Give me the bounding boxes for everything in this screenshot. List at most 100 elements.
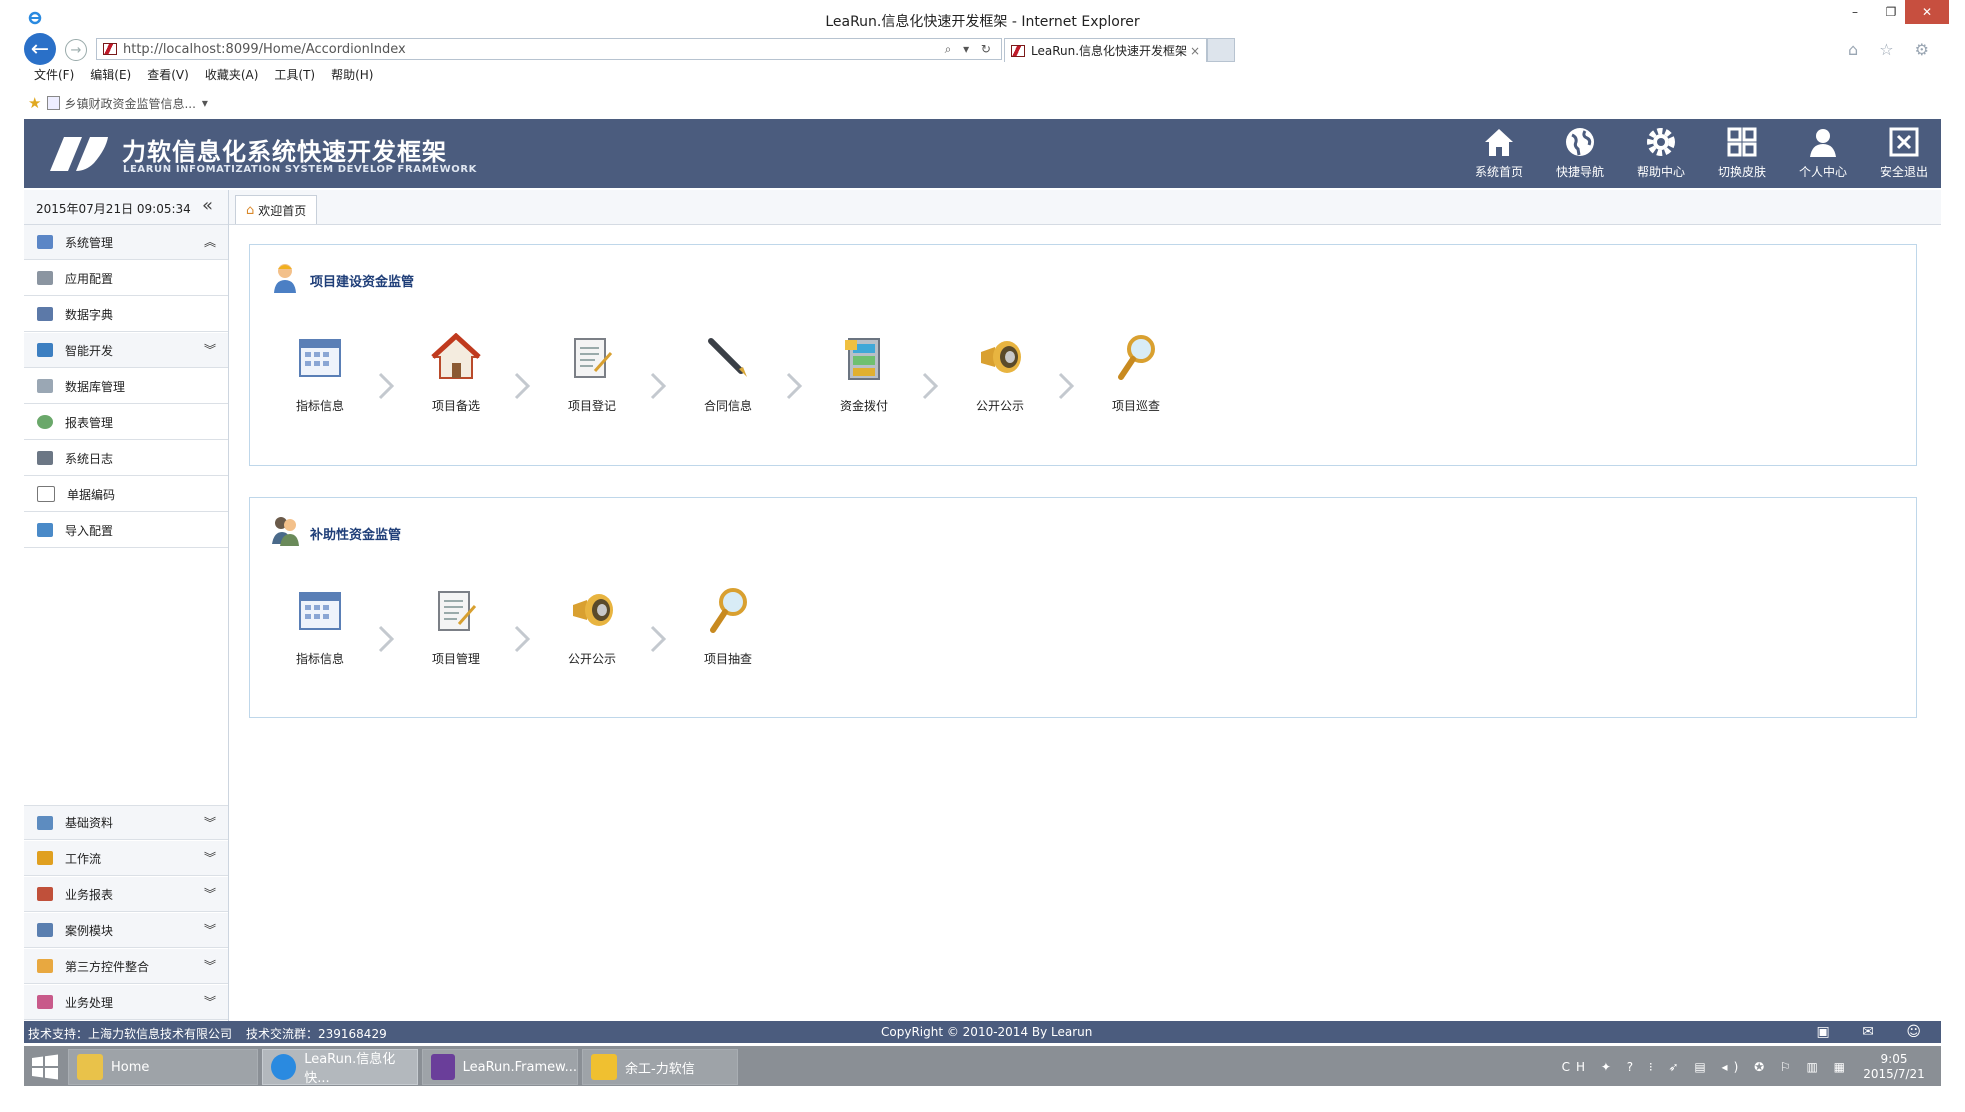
step-indicator-info[interactable]: 指标信息	[280, 331, 360, 414]
address-actions[interactable]: ⌕ ▾ ↻	[945, 42, 1001, 57]
nav-logout-label: 安全退出	[1879, 165, 1928, 179]
nav-skin[interactable]: 切换皮肤	[1702, 125, 1782, 185]
nav-skin-label: 切换皮肤	[1717, 165, 1766, 179]
favorite-link[interactable]: 乡镇财政资金监管信息...	[64, 95, 195, 112]
step-contract-info[interactable]: 合同信息	[688, 331, 768, 414]
sidebar-item-business-report[interactable]: 业务报表 ︾	[24, 877, 228, 912]
close-button[interactable]: ✕	[1905, 0, 1949, 24]
sidebar-item-app-config[interactable]: 应用配置	[24, 261, 228, 296]
taskbar-item-visual-studio[interactable]: LeaRun.Framew...	[422, 1049, 578, 1085]
windows-taskbar: Home LeaRun.信息化快... LeaRun.Framew... 余工-…	[24, 1046, 1941, 1086]
report-icon	[37, 415, 53, 429]
chevron-down-icon[interactable]: ︾	[204, 885, 216, 902]
back-arrow-icon: ←	[30, 36, 50, 62]
minimize-button[interactable]: –	[1840, 0, 1870, 24]
browser-tab-active[interactable]: LeaRun.信息化快速开发框架 ×	[1004, 38, 1207, 62]
sidebar-item-basic-data[interactable]: 基础资料 ︾	[24, 805, 228, 840]
tab-close-icon[interactable]: ×	[1190, 44, 1200, 58]
tab-home[interactable]: ⌂ 欢迎首页	[235, 195, 318, 224]
nav-home[interactable]: 系统首页	[1459, 125, 1539, 185]
sidebar-item-reports[interactable]: 报表管理	[24, 405, 228, 440]
sidebar-item-system-management[interactable]: 系统管理 ︽	[24, 225, 228, 260]
window-title: LeaRun.信息化快速开发框架 - Internet Explorer	[825, 14, 1140, 30]
back-button[interactable]: ←	[24, 33, 56, 65]
chevron-down-icon[interactable]: ︾	[204, 993, 216, 1010]
workflow-icon	[37, 851, 53, 865]
chevron-down-icon[interactable]: ︾	[204, 341, 216, 358]
address-url[interactable]: http://localhost:8099/Home/AccordionInde…	[123, 42, 945, 57]
sidebar-item-label: 数据字典	[65, 307, 114, 322]
step-indicator-info[interactable]: 指标信息	[280, 584, 360, 667]
collapse-sidebar-icon[interactable]: «	[202, 195, 213, 216]
chevron-down-icon[interactable]: ︾	[204, 921, 216, 938]
clock-time: 9:05	[1880, 1052, 1908, 1066]
menu-edit[interactable]: 编辑(E)	[90, 66, 131, 86]
menu-view[interactable]: 查看(V)	[147, 66, 189, 86]
step-public-notice[interactable]: 公开公示	[960, 331, 1040, 414]
home-icon	[1485, 129, 1513, 156]
taskbar-item-chat[interactable]: 余工-力软信	[582, 1049, 738, 1085]
internet-explorer-icon	[271, 1054, 297, 1080]
nav-quick[interactable]: 快捷导航	[1540, 125, 1620, 185]
step-project-candidate[interactable]: 项目备选	[416, 331, 496, 414]
sidebar-item-label: 系统管理	[65, 235, 114, 250]
forward-button[interactable]: →	[65, 39, 87, 61]
favorites-star-icon[interactable]: ★	[28, 94, 41, 112]
sidebar-item-doc-code[interactable]: 单据编码	[24, 477, 228, 512]
step-project-manage[interactable]: 项目管理	[416, 584, 496, 667]
sidebar-item-smart-dev[interactable]: 智能开发 ︾	[24, 333, 228, 368]
sidebar-item-label: 单据编码	[67, 487, 116, 502]
learun-logo	[50, 137, 108, 171]
menu-tools[interactable]: 工具(T)	[274, 66, 315, 86]
menu-help[interactable]: 帮助(H)	[331, 66, 373, 86]
chevron-down-icon[interactable]: ︾	[204, 814, 216, 831]
tab-home-label: 欢迎首页	[258, 203, 307, 218]
nav-profile[interactable]: 个人中心	[1783, 125, 1863, 185]
step-fund-payment[interactable]: 资金拨付	[824, 331, 904, 414]
chevron-right-icon	[514, 372, 531, 400]
chevron-right-icon	[650, 625, 667, 653]
step-project-spot-check[interactable]: 项目抽查	[688, 584, 768, 667]
sidebar-item-system-log[interactable]: 系统日志	[24, 441, 228, 476]
qq-group-text: 技术交流群：239168429	[246, 1027, 387, 1041]
step-project-inspect[interactable]: 项目巡查	[1096, 331, 1176, 414]
document-icon	[574, 338, 613, 378]
chevron-down-icon[interactable]: ︾	[204, 849, 216, 866]
windows-start-icon[interactable]	[30, 1054, 60, 1080]
nav-logout[interactable]: 安全退出	[1864, 125, 1944, 185]
sidebar-item-label: 基础资料	[65, 816, 114, 830]
sidebar-item-import-config[interactable]: 导入配置	[24, 513, 228, 548]
browser-toolbar-icons[interactable]: ⌂ ☆ ⚙	[1848, 40, 1937, 59]
chevron-right-icon	[922, 372, 939, 400]
menu-favorites[interactable]: 收藏夹(A)	[205, 66, 259, 86]
visual-studio-icon	[431, 1054, 455, 1080]
sidebar-item-third-party[interactable]: 第三方控件整合 ︾	[24, 949, 228, 984]
status-bar: 技术支持：上海力软信息技术有限公司 技术交流群：239168429 CopyRi…	[24, 1021, 1941, 1043]
status-action-icons[interactable]: ▣ ✉ ☺	[1817, 1024, 1935, 1040]
content-tabbar: ⌂ 欢迎首页	[229, 190, 1941, 225]
chevron-right-icon	[650, 372, 667, 400]
sidebar-item-data-dictionary[interactable]: 数据字典	[24, 297, 228, 332]
step-public-notice[interactable]: 公开公示	[552, 584, 632, 667]
chevron-up-icon[interactable]: ︽	[204, 233, 216, 250]
nav-help[interactable]: 帮助中心	[1621, 125, 1701, 185]
tray-clock[interactable]: 9:05 2015/7/21	[1859, 1052, 1929, 1082]
sidebar-item-business-process[interactable]: 业务处理 ︾	[24, 985, 228, 1020]
copyright-text: CopyRight © 2010-2014 By Learun	[881, 1025, 1093, 1039]
tray-icons[interactable]: CH ✦ ? ⁝ ➶ ▤ ◂) ✪ ⚐ ▥ ▦	[1562, 1060, 1851, 1074]
favorite-dropdown-icon[interactable]: ▾	[202, 96, 208, 110]
menu-file[interactable]: 文件(F)	[34, 66, 74, 86]
sidebar-item-case-module[interactable]: 案例模块 ︾	[24, 913, 228, 948]
new-tab-button[interactable]	[1207, 38, 1235, 62]
chevron-down-icon[interactable]: ︾	[204, 957, 216, 974]
address-bar[interactable]: http://localhost:8099/Home/AccordionInde…	[96, 38, 1002, 60]
taskbar-item-ie[interactable]: LeaRun.信息化快...	[262, 1049, 418, 1086]
taskbar-item-explorer[interactable]: Home	[68, 1049, 258, 1085]
chevron-right-icon	[786, 372, 803, 400]
step-project-register[interactable]: 项目登记	[552, 331, 632, 414]
sidebar-item-database[interactable]: 数据库管理	[24, 369, 228, 404]
folder-icon	[77, 1054, 103, 1080]
restore-button[interactable]: ❐	[1876, 0, 1906, 24]
monitor-icon	[37, 343, 53, 357]
sidebar-item-workflow[interactable]: 工作流 ︾	[24, 841, 228, 876]
